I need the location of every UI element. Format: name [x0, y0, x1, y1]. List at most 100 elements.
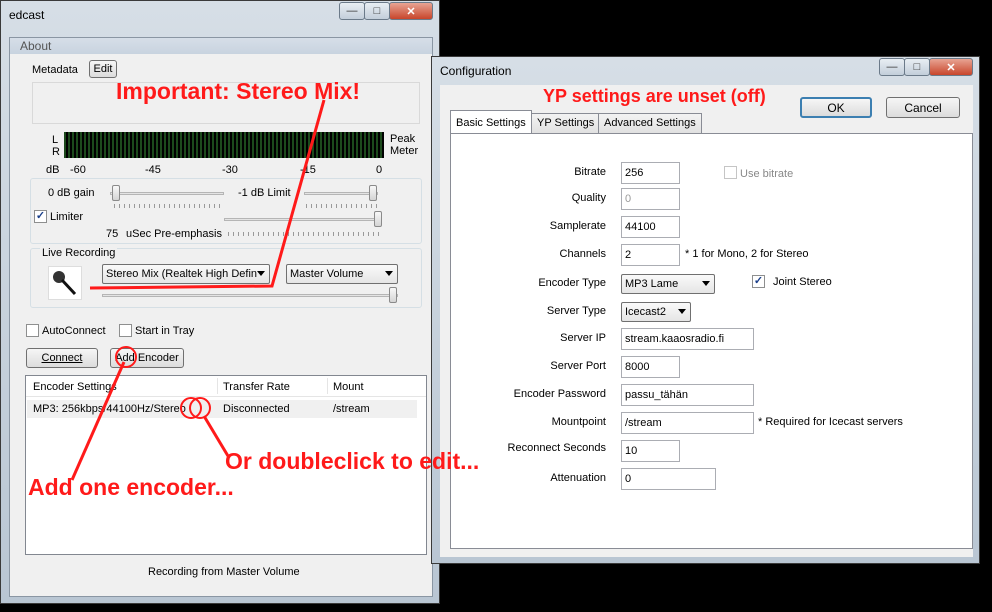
annotation-add-encoder: Add one encoder... — [28, 474, 234, 500]
mountpoint-note: * Required for Icecast servers — [758, 416, 903, 428]
peak-label: Peak — [390, 133, 416, 145]
preemphasis-label: uSec Pre-emphasis — [126, 228, 222, 240]
joint-stereo-label: Joint Stereo — [773, 276, 832, 288]
preemphasis-slider[interactable] — [224, 218, 380, 221]
server-type-value: Icecast2 — [625, 306, 666, 318]
encoder-password-input[interactable]: passu_tähän — [621, 384, 754, 406]
channels-input[interactable]: 2 — [621, 244, 680, 266]
meter-scale-tick: -30 — [222, 164, 238, 176]
configuration-window: Configuration — □ ✕ OK Cancel Basic Sett… — [431, 56, 980, 564]
gain-slider-ticks — [114, 204, 224, 208]
window-title: edcast — [9, 8, 45, 22]
server-ip-label: Server IP — [560, 332, 606, 344]
row-mount: /stream — [333, 403, 370, 415]
annotation-stereo-mix: Important: Stereo Mix! — [116, 78, 361, 104]
recording-volume-slider[interactable] — [102, 294, 398, 297]
add-encoder-button[interactable]: Add Encoder — [110, 348, 184, 368]
menu-bar: About — [10, 38, 432, 54]
samplerate-input[interactable]: 44100 — [621, 216, 680, 238]
status-text: Recording from Master Volume — [148, 566, 300, 578]
meter-scale-tick: -45 — [145, 164, 161, 176]
gain-slider-thumb[interactable] — [112, 185, 120, 201]
input-device-select[interactable]: Stereo Mix (Realtek High Defin — [102, 264, 270, 284]
tab-basic-settings[interactable]: Basic Settings — [450, 110, 532, 134]
minimize-icon[interactable]: — — [879, 58, 905, 76]
gain-slider[interactable] — [110, 192, 224, 195]
limiter-checkbox[interactable]: ✓ — [34, 210, 47, 223]
samplerate-label: Samplerate — [549, 220, 606, 232]
bitrate-label: Bitrate — [574, 166, 606, 178]
use-bitrate-checkbox[interactable] — [724, 166, 737, 179]
mixer-value: Master Volume — [290, 268, 364, 280]
tab-advanced-settings[interactable]: Advanced Settings — [598, 113, 702, 133]
server-type-label: Server Type — [546, 305, 606, 317]
attenuation-input[interactable]: 0 — [621, 468, 716, 490]
row-transfer-rate: Disconnected — [223, 403, 290, 415]
level-meter — [64, 132, 384, 158]
input-device-value: Stereo Mix (Realtek High Defin — [106, 268, 258, 280]
meter-scale-tick: -15 — [300, 164, 316, 176]
maximize-icon[interactable]: □ — [904, 58, 930, 76]
reconnect-seconds-input[interactable]: 10 — [621, 440, 680, 462]
gain-label: 0 dB gain — [48, 187, 95, 199]
use-bitrate-label: Use bitrate — [740, 168, 794, 180]
column-transfer-rate[interactable]: Transfer Rate — [223, 381, 290, 393]
limiter-label: Limiter — [50, 211, 84, 223]
configuration-client: OK Cancel Basic Settings YP Settings Adv… — [440, 85, 973, 557]
meter-scale-db: dB — [46, 164, 60, 176]
limit-slider-thumb[interactable] — [369, 185, 377, 201]
mountpoint-input[interactable]: /stream — [621, 412, 754, 434]
minimize-icon[interactable]: — — [339, 2, 365, 20]
close-icon[interactable]: ✕ — [389, 2, 433, 20]
joint-stereo-checkbox[interactable]: ✓ — [752, 275, 765, 288]
edcast-client: About Metadata Edit L R Peak Meter dB -6… — [9, 37, 433, 597]
menu-about[interactable]: About — [20, 39, 51, 53]
tab-panel: Bitrate 256 Use bitrate Quality 0 Sample… — [450, 133, 973, 549]
encoder-type-select[interactable]: MP3 Lame — [621, 274, 715, 294]
chevron-down-icon — [385, 271, 393, 276]
reconnect-seconds-label: Reconnect Seconds — [507, 442, 606, 454]
column-mount[interactable]: Mount — [333, 381, 364, 393]
encoder-list-header: Encoder Settings Transfer Rate Mount — [26, 376, 426, 397]
live-recording-label: Live Recording — [40, 247, 118, 259]
metadata-edit-button[interactable]: Edit — [89, 60, 117, 78]
tab-strip: Basic Settings YP Settings Advanced Sett… — [450, 110, 962, 134]
maximize-icon[interactable]: □ — [364, 2, 390, 20]
preemphasis-slider-thumb[interactable] — [374, 211, 382, 227]
meter-left-label: L — [52, 134, 59, 146]
server-port-label: Server Port — [550, 360, 606, 372]
chevron-down-icon — [257, 271, 265, 276]
chevron-down-icon — [702, 281, 710, 286]
table-row[interactable]: MP3: 256kbps/44100Hz/Stereo Disconnected… — [27, 400, 417, 418]
encoder-type-value: MP3 Lame — [625, 278, 679, 290]
attenuation-label: Attenuation — [550, 472, 606, 484]
autoconnect-label: AutoConnect — [42, 325, 106, 337]
edcast-titlebar[interactable]: edcast — □ ✕ — [1, 1, 439, 29]
annotation-yp-settings: YP settings are unset (off) — [543, 86, 766, 106]
limit-label: -1 dB Limit — [238, 187, 291, 199]
meter-scale-tick: 0 — [376, 164, 383, 176]
mixer-select[interactable]: Master Volume — [286, 264, 398, 284]
limit-slider[interactable] — [304, 192, 378, 195]
recording-volume-thumb[interactable] — [389, 287, 397, 303]
meter-scale-tick: -60 — [70, 164, 86, 176]
start-in-tray-checkbox[interactable] — [119, 324, 132, 337]
server-type-select[interactable]: Icecast2 — [621, 302, 691, 322]
microphone-icon — [48, 266, 82, 300]
mountpoint-label: Mountpoint — [551, 416, 606, 428]
connect-button[interactable]: Connect — [26, 348, 98, 368]
quality-input[interactable]: 0 — [621, 188, 680, 210]
tab-yp-settings[interactable]: YP Settings — [531, 113, 601, 133]
meter-label: Meter — [390, 145, 419, 157]
server-port-input[interactable]: 8000 — [621, 356, 680, 378]
close-icon[interactable]: ✕ — [929, 58, 973, 76]
autoconnect-checkbox[interactable] — [26, 324, 39, 337]
start-in-tray-label: Start in Tray — [135, 325, 195, 337]
encoder-password-label: Encoder Password — [513, 388, 606, 400]
quality-label: Quality — [571, 192, 606, 204]
configuration-titlebar[interactable]: Configuration — □ ✕ — [432, 57, 979, 85]
column-encoder-settings[interactable]: Encoder Settings — [33, 381, 117, 393]
window-title: Configuration — [440, 64, 512, 78]
server-ip-input[interactable]: stream.kaaosradio.fi — [621, 328, 754, 350]
bitrate-input[interactable]: 256 — [621, 162, 680, 184]
